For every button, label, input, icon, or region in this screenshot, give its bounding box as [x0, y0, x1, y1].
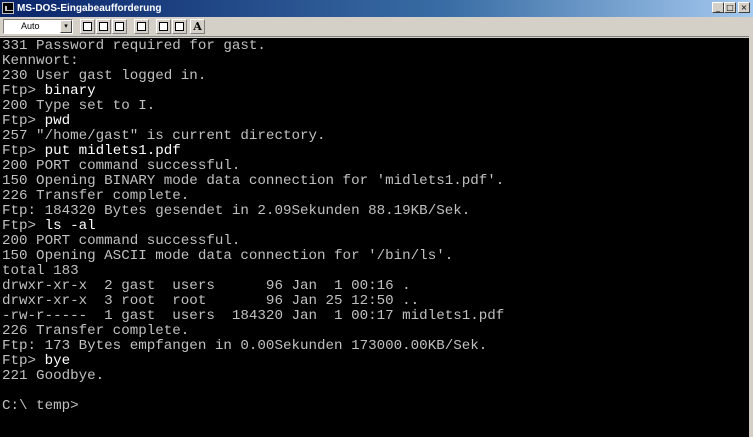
- command: ls -al: [44, 218, 96, 234]
- terminal-line: 226 Transfer complete.: [2, 188, 190, 204]
- terminal-line: 150 Opening BINARY mode data connection …: [2, 173, 505, 189]
- terminal-output[interactable]: 331 Password required for gast. Kennwort:…: [0, 38, 753, 437]
- terminal-line: -rw-r----- 1 gast users 184320 Jan 1 00:…: [2, 308, 505, 324]
- dos-window: MS-DOS-Eingabeaufforderung _ □ × Auto ▾ …: [0, 0, 753, 437]
- terminal-line: 226 Transfer complete.: [2, 323, 190, 339]
- terminal-line: 200 Type set to I.: [2, 98, 156, 114]
- command: binary: [44, 83, 96, 99]
- minimize-button[interactable]: _: [712, 2, 724, 13]
- prompt: Ftp>: [2, 353, 45, 369]
- terminal-command-line: Ftp> ls -al: [2, 219, 96, 234]
- paste-icon[interactable]: [112, 19, 127, 34]
- terminal-line: drwxr-xr-x 3 root root 96 Jan 25 12:50 .…: [2, 293, 420, 309]
- close-button[interactable]: ×: [738, 2, 750, 13]
- font-size-select[interactable]: Auto ▾: [3, 19, 73, 34]
- terminal-line: 150 Opening ASCII mode data connection f…: [2, 248, 454, 264]
- properties-icon[interactable]: [156, 19, 171, 34]
- background-icon[interactable]: [172, 19, 187, 34]
- terminal-line: 230 User gast logged in.: [2, 68, 207, 84]
- terminal-line: 221 Goodbye.: [2, 368, 105, 384]
- fullscreen-icon[interactable]: [134, 19, 149, 34]
- chevron-down-icon[interactable]: ▾: [60, 20, 72, 33]
- command: bye: [44, 353, 71, 369]
- prompt: Ftp>: [2, 83, 45, 99]
- command: put midlets1.pdf: [44, 143, 181, 159]
- terminal-line: C:\ temp>: [2, 398, 79, 414]
- prompt: Ftp>: [2, 143, 45, 159]
- font-size-value: Auto: [21, 21, 40, 31]
- terminal-command-line: Ftp> put midlets1.pdf: [2, 144, 181, 159]
- window-frame: [749, 17, 753, 437]
- restore-button[interactable]: □: [724, 2, 736, 13]
- terminal-line: total 183: [2, 263, 79, 279]
- terminal-line: 331 Password required for gast.: [2, 38, 266, 54]
- prompt: Ftp>: [2, 113, 45, 129]
- copy-icon[interactable]: [96, 19, 111, 34]
- msdos-icon[interactable]: [2, 2, 14, 14]
- terminal-line: Kennwort:: [2, 53, 79, 69]
- terminal-line: 257 "/home/gast" is current directory.: [2, 128, 326, 144]
- mark-icon[interactable]: [80, 19, 95, 34]
- title-bar[interactable]: MS-DOS-Eingabeaufforderung _ □ ×: [0, 0, 753, 17]
- font-button[interactable]: A: [190, 19, 205, 34]
- terminal-command-line: Ftp> bye: [2, 354, 70, 369]
- command: pwd: [44, 113, 71, 129]
- terminal-line: drwxr-xr-x 2 gast users 96 Jan 1 00:16 .: [2, 278, 411, 294]
- window-title: MS-DOS-Eingabeaufforderung: [17, 3, 162, 14]
- terminal-line: 200 PORT command successful.: [2, 158, 241, 174]
- terminal-line: 200 PORT command successful.: [2, 233, 241, 249]
- toolbar: Auto ▾ A: [0, 17, 753, 37]
- terminal-line: Ftp: 184320 Bytes gesendet in 2.09Sekund…: [2, 203, 471, 219]
- terminal-command-line: Ftp> binary: [2, 84, 96, 99]
- prompt: Ftp>: [2, 218, 45, 234]
- terminal-command-line: Ftp> pwd: [2, 114, 70, 129]
- terminal-line: Ftp: 173 Bytes empfangen in 0.00Sekunden…: [2, 338, 488, 354]
